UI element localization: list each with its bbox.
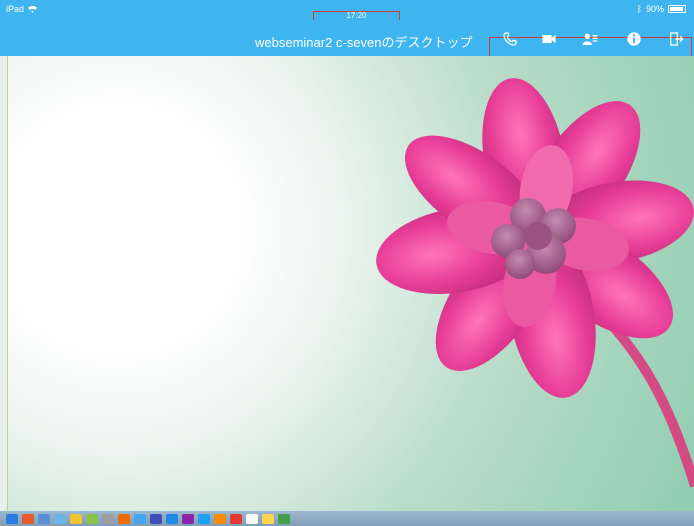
participants-button[interactable] bbox=[580, 31, 600, 47]
exit-button[interactable] bbox=[666, 31, 686, 47]
task-icon[interactable] bbox=[134, 513, 146, 524]
start-icon[interactable] bbox=[6, 513, 18, 524]
status-bar: iPad 17:20 ᛒ 90% bbox=[0, 0, 694, 28]
status-right: ᛒ 90% bbox=[637, 4, 686, 14]
skype-icon[interactable] bbox=[198, 513, 210, 524]
info-icon bbox=[627, 32, 641, 46]
display-icon[interactable] bbox=[166, 513, 178, 524]
phone-icon bbox=[503, 32, 517, 46]
remote-desktop-view[interactable] bbox=[7, 56, 694, 511]
chrome-icon[interactable] bbox=[70, 513, 82, 524]
folder-2-icon[interactable] bbox=[262, 513, 274, 524]
vm-icon[interactable] bbox=[150, 513, 162, 524]
participants-icon bbox=[582, 33, 598, 45]
windows-taskbar bbox=[0, 511, 694, 526]
pdf-icon[interactable] bbox=[246, 513, 258, 524]
gimp-icon[interactable] bbox=[102, 513, 114, 524]
video-button[interactable] bbox=[539, 31, 559, 47]
battery-icon bbox=[668, 5, 686, 13]
status-time: 17:20 bbox=[346, 11, 367, 20]
outlook-icon[interactable] bbox=[38, 513, 50, 524]
wifi-icon bbox=[28, 5, 38, 13]
folder-icon[interactable] bbox=[182, 513, 194, 524]
status-left: iPad bbox=[6, 4, 38, 14]
battery-text: 90% bbox=[645, 4, 664, 14]
app-2-icon[interactable] bbox=[278, 513, 290, 524]
explorer-icon[interactable] bbox=[54, 513, 66, 524]
video-camera-icon bbox=[542, 35, 556, 43]
media-icon[interactable] bbox=[230, 513, 242, 524]
paint-icon[interactable] bbox=[86, 513, 98, 524]
bluetooth-icon: ᛒ bbox=[636, 4, 642, 14]
app-icon[interactable] bbox=[214, 513, 226, 524]
carrier-label: iPad bbox=[6, 4, 25, 14]
exit-icon bbox=[670, 32, 684, 46]
office-icon[interactable] bbox=[22, 513, 34, 524]
phone-button[interactable] bbox=[500, 31, 520, 47]
session-title: webseminar2 c-sevenのデスクトップ bbox=[255, 35, 473, 50]
flower-wallpaper-image bbox=[376, 78, 694, 488]
firefox-icon[interactable] bbox=[118, 513, 130, 524]
info-button[interactable] bbox=[624, 31, 644, 47]
